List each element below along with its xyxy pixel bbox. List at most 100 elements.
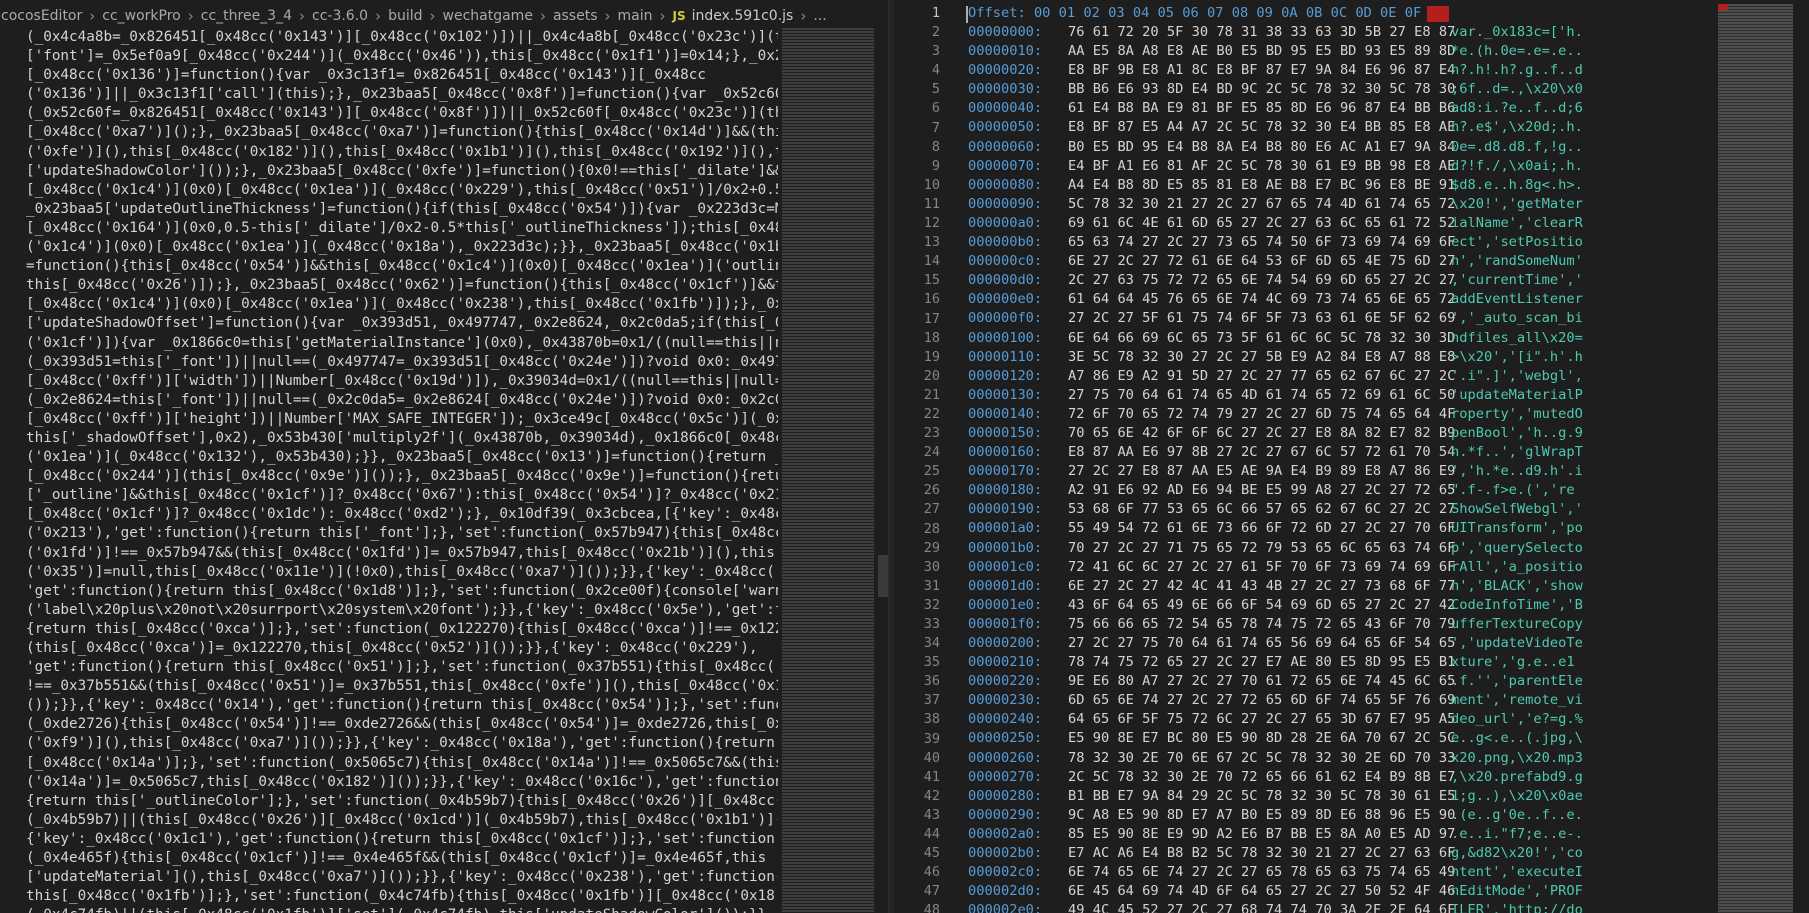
hex-row[interactable]: 000002b0: E7 AC A6 E4 B8 B2 5C 78 32 30 2… [968,844,1808,863]
hex-row[interactable]: 000000d0: 2C 27 63 75 72 72 65 6E 74 54 6… [968,271,1808,290]
breadcrumb-segment[interactable]: assets [553,8,598,24]
breadcrumb-segment[interactable]: cc-3.6.0 [312,8,368,24]
line-number: 13 [923,234,940,251]
hex-row[interactable]: 00000020: E8 BF 9B E8 A1 8C E8 BF 87 E7 9… [968,61,1808,80]
hex-offset: 000000f0: [968,310,1043,327]
hex-row[interactable]: 00000250: E5 90 8E E7 BC 80 E5 90 8D 28 2… [968,729,1808,748]
hex-row[interactable]: 00000060: B0 E5 BD 95 E4 B8 8A E4 B8 80 E… [968,138,1808,157]
hex-ascii: .(e..g'0e..f..e. [1451,806,1583,823]
line-number: 29 [923,539,940,556]
line-number: 21 [923,386,940,403]
breadcrumb-file[interactable]: index.591c0.js [692,8,794,24]
hex-row[interactable]: 00000110: 3E 5C 78 32 30 27 2C 27 5B E9 A… [968,348,1808,367]
hex-ascii: h?.h!.h?.g..f..d [1451,62,1583,79]
minimap[interactable] [782,28,874,913]
breadcrumb-segment[interactable]: cc_three_3_4 [201,8,292,24]
code-area[interactable]: (_0x4c4a8b=_0x826451[_0x48cc('0x143')][_… [26,28,778,913]
hex-row[interactable]: 00000220: 9E E6 80 A7 27 2C 27 70 61 72 6… [968,672,1808,691]
hex-row[interactable]: 00000290: 9C A8 E5 90 8D E7 A7 B0 E5 89 8… [968,806,1808,825]
hex-row[interactable]: 00000140: 72 6F 70 65 72 74 79 27 2C 27 6… [968,405,1808,424]
hex-row[interactable]: 00000200: 27 2C 27 75 70 64 61 74 65 56 6… [968,634,1808,653]
hex-row[interactable]: 00000010: AA E5 8A A8 E8 AE B0 E5 BD 95 E… [968,42,1808,61]
hex-row[interactable]: 00000120: A7 86 E9 A2 91 5D 27 2C 27 77 6… [968,367,1808,386]
hex-row[interactable]: 00000000: 76 61 72 20 5F 30 78 31 38 33 6… [968,23,1808,42]
hex-minimap[interactable] [1718,4,1793,913]
chevron-right-icon: › [375,6,382,25]
code-line: ('0x136')]||_0x3c13f1['call'](this);},_0… [26,86,778,103]
hex-row[interactable]: 00000070: E4 BF A1 E6 81 AF 2C 5C 78 30 6… [968,157,1808,176]
hex-offset: 00000200: [968,635,1043,651]
breadcrumb-segment[interactable]: cc_workPro [102,8,180,24]
hex-row[interactable]: 00000210: 78 74 75 72 65 27 2C 27 E7 AE 8… [968,653,1808,672]
hex-bytes: 70 27 2C 27 71 75 65 72 79 53 65 6C 65 6… [1068,539,1456,556]
hex-row[interactable]: 000002a0: 85 E5 90 8E E9 9D A2 E6 B7 BB E… [968,825,1808,844]
hex-ascii: ad8:i.?e..f..d;6 [1451,100,1583,117]
hex-row[interactable]: 00000180: A2 91 E6 92 AD E6 94 BE E5 99 A… [968,481,1808,500]
hex-row[interactable]: 000000a0: 69 61 6C 4E 61 6D 65 27 2C 27 6… [968,214,1808,233]
hex-row[interactable]: 000001a0: 55 49 54 72 61 6E 73 66 6F 72 6… [968,519,1808,538]
hex-row[interactable]: 00000100: 6E 64 66 69 6C 65 73 5F 61 6C 6… [968,329,1808,348]
line-number: 44 [923,826,940,843]
hex-row[interactable]: 000001e0: 43 6F 64 65 49 6E 66 6F 54 69 6… [968,596,1808,615]
hex-row[interactable]: 00000260: 78 32 30 2E 70 6E 67 2C 5C 78 3… [968,749,1808,768]
scrollbar-thumb[interactable] [878,555,888,597]
hex-bytes: 65 63 74 27 2C 27 73 65 74 50 6F 73 69 7… [1068,234,1456,251]
hex-row[interactable]: 000001f0: 75 66 66 65 72 54 65 78 74 75 7… [968,615,1808,634]
breadcrumb-segment[interactable]: main [618,8,653,24]
hex-row[interactable]: 000002d0: 6E 45 64 69 74 4D 6F 64 65 27 2… [968,882,1808,901]
line-number: 23 [923,425,940,442]
breadcrumb-segment[interactable]: cocosEditor [1,8,82,24]
hex-row[interactable]: 000001c0: 72 41 6C 6C 27 2C 27 61 5F 70 6… [968,558,1808,577]
code-line: !==_0x37b551&&(this[_0x48cc('0x51')]=_0x… [26,678,778,695]
hex-row[interactable]: 000000c0: 6E 27 2C 27 72 61 6E 64 53 6F 6… [968,252,1808,271]
hex-bytes: B0 E5 BD 95 E4 B8 8A E4 B8 80 E6 AC A1 E… [1068,138,1456,155]
hex-row[interactable]: 00000230: 6D 65 6E 74 27 2C 27 72 65 6D 6… [968,691,1808,710]
vertical-scrollbar[interactable] [876,0,888,913]
hex-row[interactable]: 000001b0: 70 27 2C 27 71 75 65 72 79 53 6… [968,539,1808,558]
code-line: ('0x1ea')](_0x48cc('0x132'),_0x53b430);}… [26,449,778,466]
hex-row[interactable]: 00000170: 27 2C 27 E8 87 AA E5 AE 9A E4 B… [968,462,1808,481]
hex-ascii: p','querySelecto [1451,539,1583,556]
breadcrumb-segment[interactable]: wechatgame [443,8,533,24]
code-line: =function(){this[_0x48cc('0x54')]&&this[… [26,258,778,275]
hex-row[interactable]: 00000130: 27 75 70 64 61 74 65 4D 61 74 6… [968,386,1808,405]
minimap-viewport[interactable] [1718,4,1793,913]
code-line: [_0x48cc('0x1c4')](0x0)[_0x48cc('0x1ea')… [26,181,778,198]
code-line: ('0x1cf')]){var _0x1866c0=this['getMater… [26,334,778,351]
hex-row[interactable]: 00000280: B1 BB E7 9A 84 29 2C 5C 78 32 3… [968,787,1808,806]
hex-row[interactable]: 00000050: E8 BF 87 E5 A4 A7 2C 5C 78 32 3… [968,118,1808,137]
chevron-right-icon: › [539,6,546,25]
hex-row[interactable]: 00000270: 2C 5C 78 32 30 2E 70 72 65 66 6… [968,768,1808,787]
hex-offset: 000000d0: [968,272,1043,289]
hex-row[interactable]: 000000b0: 65 63 74 27 2C 27 73 65 74 50 6… [968,233,1808,252]
hex-ascii: .e..i."f7;e..e-. [1451,825,1583,842]
hex-ascii: *e.(h.0e=.e=.e.. [1451,43,1583,60]
hex-row[interactable]: 00000030: BB B6 E6 93 8D E4 BD 9C 2C 5C 7… [968,80,1808,99]
column-header [1026,4,1034,23]
hex-rows[interactable]: 00000000: 76 61 72 20 5F 30 78 31 38 33 6… [968,23,1808,913]
chevron-right-icon: › [429,6,436,25]
hex-offset: 00000070: [968,157,1043,174]
code-line: ('0x14a')]=_0x5065c7,this[_0x48cc('0x182… [26,773,778,790]
hex-row[interactable]: 000002e0: 49 4C 45 52 27 2C 27 68 74 74 7… [968,901,1808,913]
hex-row[interactable]: 000002c0: 6E 74 65 6E 74 27 2C 27 65 78 6… [968,863,1808,882]
hex-offset: 00000090: [968,195,1043,212]
code-line: ['updateMaterial'](),this[_0x48cc('0xa7'… [26,869,778,886]
code-line: ('0x35')]=null,this[_0x48cc('0x11e')](!0… [26,563,778,580]
hex-row[interactable]: 00000080: A4 E4 B8 8D E5 85 81 E8 AE B8 E… [968,176,1808,195]
hex-row[interactable]: 00000190: 53 68 6F 77 53 65 6C 66 57 65 6… [968,500,1808,519]
breadcrumb-more[interactable]: ... [813,8,826,24]
hex-row[interactable]: 000000e0: 61 64 64 45 76 65 6E 74 4C 69 7… [968,290,1808,309]
hex-row[interactable]: 00000160: E8 87 AA E6 97 8B 27 2C 27 67 6… [968,443,1808,462]
hex-row[interactable]: 000000f0: 27 2C 27 5F 61 75 74 6F 5F 73 6… [968,309,1808,328]
line-number: 3 [931,43,940,60]
breadcrumb-segment[interactable]: build [388,8,422,24]
hex-row[interactable]: 00000150: 70 65 6E 42 6F 6F 6C 27 2C 27 E… [968,424,1808,443]
hex-row[interactable]: 00000090: 5C 78 32 30 21 27 2C 27 67 65 7… [968,195,1808,214]
hex-bytes: 72 41 6C 6C 27 2C 27 61 5F 70 6F 73 69 7… [1068,558,1456,575]
hex-offset: 000001d0: [968,577,1043,594]
line-number: 1 [931,5,940,21]
hex-row[interactable]: 000001d0: 6E 27 2C 27 42 4C 41 43 4B 27 2… [968,577,1808,596]
hex-row[interactable]: 00000040: 61 E4 B8 BA E9 81 BF E5 85 8D E… [968,99,1808,118]
hex-row[interactable]: 00000240: 64 65 6F 5F 75 72 6C 27 2C 27 6… [968,710,1808,729]
